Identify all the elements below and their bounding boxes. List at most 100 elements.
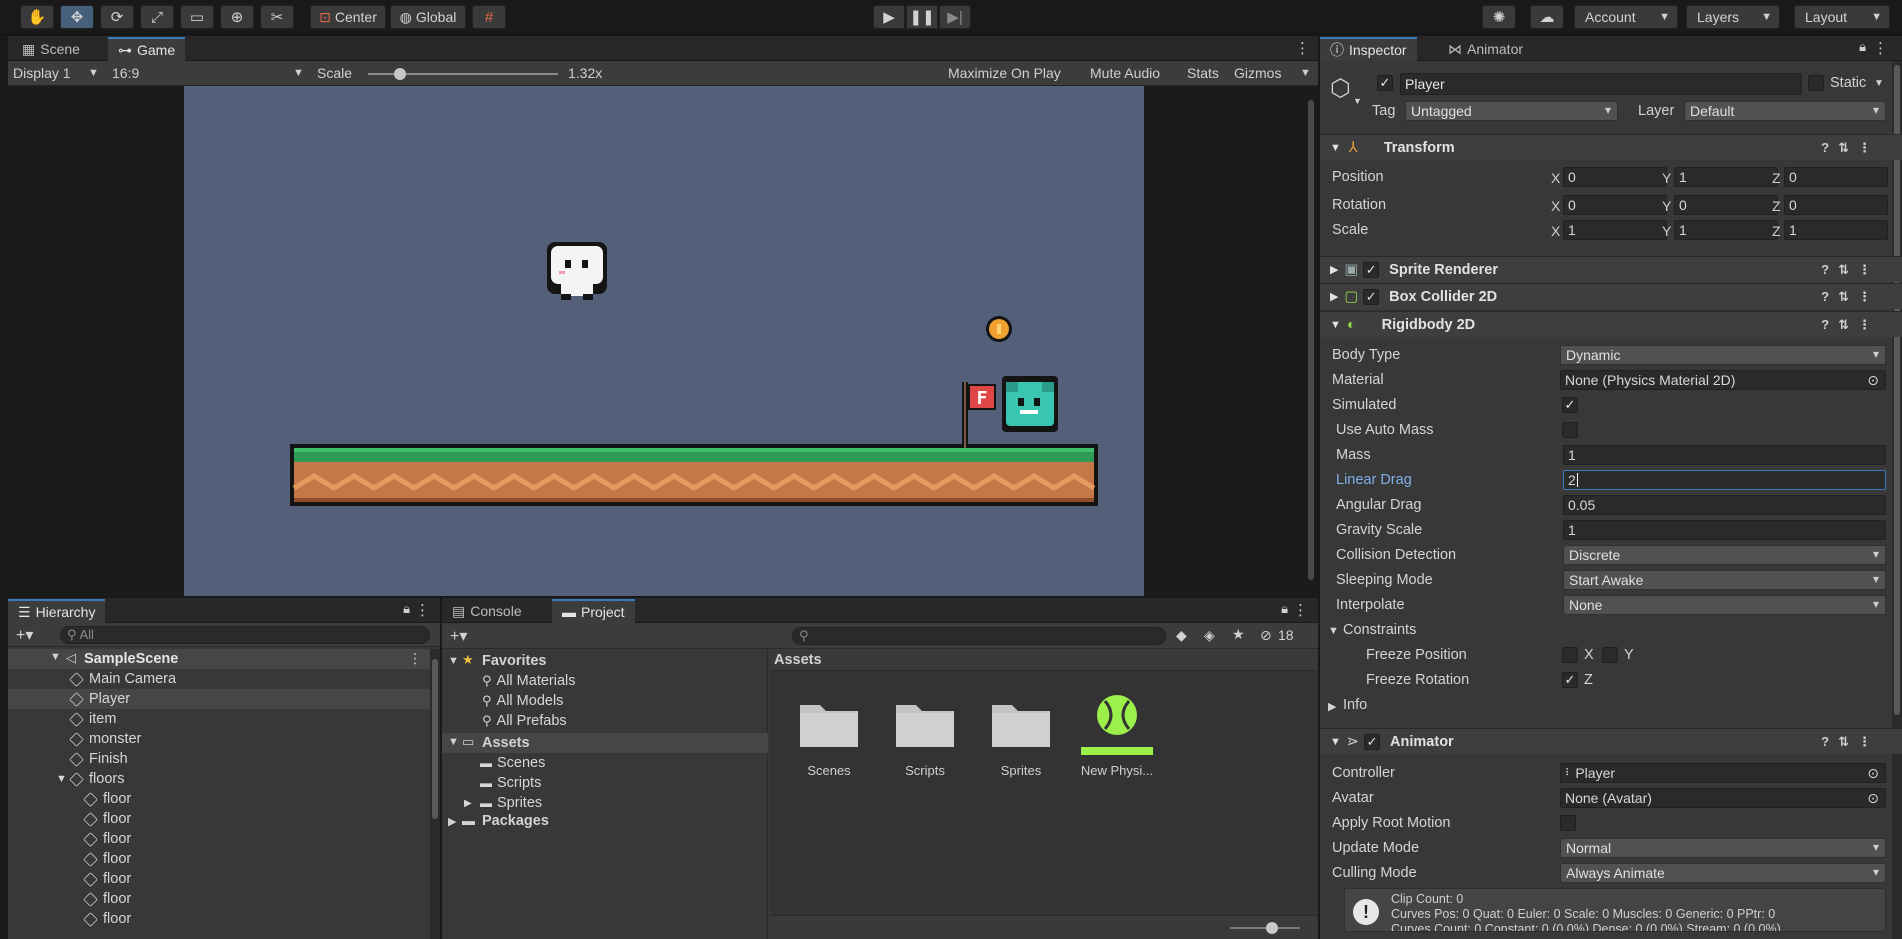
tab-inspector[interactable]: ⓘ Inspector xyxy=(1320,37,1417,61)
hierarchy-item[interactable]: floor xyxy=(8,849,430,869)
position-x-input[interactable]: 0 xyxy=(1563,167,1667,187)
animator-header[interactable]: ▼ ⋗ ✓ Animator ?⇅⋮ xyxy=(1320,728,1902,754)
tab-scene[interactable]: ▦ Scene xyxy=(12,37,90,61)
assets-tree-item[interactable]: ▬ Scripts xyxy=(442,773,768,793)
lock-icon[interactable]: 🔒︎ xyxy=(1281,601,1288,617)
rect-tool-icon[interactable]: ▭ xyxy=(180,5,214,29)
more-menu-icon[interactable]: ⋮ xyxy=(1295,39,1310,57)
asset-item[interactable]: Sprites xyxy=(976,689,1066,789)
body-type-dropdown[interactable]: Dynamic xyxy=(1560,345,1886,365)
asset-item[interactable]: Scenes xyxy=(784,689,874,789)
layers-dropdown[interactable]: Layers ▼ xyxy=(1686,5,1780,29)
assets-tree-item[interactable]: ▬ Scenes xyxy=(442,753,768,773)
tab-hierarchy[interactable]: ☰ Hierarchy xyxy=(8,599,106,623)
hierarchy-item[interactable]: Finish xyxy=(8,749,430,769)
hierarchy-item[interactable]: ▼ floors xyxy=(8,769,430,789)
interpolate-dropdown[interactable]: None xyxy=(1563,595,1886,615)
collision-detection-dropdown[interactable]: Discrete xyxy=(1563,545,1886,565)
hierarchy-item[interactable]: floor xyxy=(8,809,430,829)
hierarchy-scrollbar[interactable] xyxy=(430,649,440,939)
controller-object-field[interactable]: ⠇ Player ⊙ xyxy=(1560,763,1886,783)
asset-item[interactable]: Scripts xyxy=(880,689,970,789)
box-collider-header[interactable]: ▶ ▢ ✓ Box Collider 2D ?⇅⋮ xyxy=(1320,283,1902,309)
hierarchy-item[interactable]: monster xyxy=(8,729,430,749)
favorites-item[interactable]: ⚲ All Prefabs xyxy=(442,711,768,731)
chevron-down-icon[interactable]: ▼ xyxy=(1328,625,1339,637)
maximize-on-play-button[interactable]: Maximize On Play xyxy=(948,65,1061,81)
object-picker-icon[interactable]: ⊙ xyxy=(1867,790,1879,807)
scale-slider[interactable] xyxy=(368,68,558,80)
hierarchy-item[interactable]: item xyxy=(8,709,430,729)
hierarchy-item[interactable]: floor xyxy=(8,789,430,809)
custom-tool-icon[interactable]: ✂ xyxy=(260,5,294,29)
layout-dropdown[interactable]: Layout ▼ xyxy=(1794,5,1890,29)
chevron-right-icon[interactable]: ▶ xyxy=(464,798,472,809)
hierarchy-item[interactable]: floor xyxy=(8,869,430,889)
add-icon[interactable]: +▾ xyxy=(450,626,467,646)
space-global-button[interactable]: ◍ Global xyxy=(390,5,466,29)
display-dropdown[interactable]: Display 1 xyxy=(13,65,71,81)
services-icon[interactable]: ✺ xyxy=(1482,5,1516,29)
play-button[interactable]: ▶ xyxy=(873,5,905,29)
update-mode-dropdown[interactable]: Normal xyxy=(1560,838,1886,858)
game-view[interactable]: F xyxy=(184,86,1144,596)
position-z-input[interactable]: 0 xyxy=(1784,167,1888,187)
favorites-item[interactable]: ⚲ All Materials xyxy=(442,671,768,691)
apply-root-motion-checkbox[interactable] xyxy=(1560,815,1576,831)
freeze-position-x-checkbox[interactable] xyxy=(1562,647,1578,663)
object-picker-icon[interactable]: ⊙ xyxy=(1867,372,1879,389)
component-menu-icons[interactable]: ?⇅⋮ xyxy=(1821,289,1880,305)
layer-dropdown[interactable]: Default xyxy=(1684,101,1886,121)
tab-project[interactable]: ▬ Project xyxy=(552,599,635,623)
more-menu-icon[interactable]: ⋮ xyxy=(415,601,430,619)
scale-y-input[interactable]: 1 xyxy=(1674,220,1778,240)
chevron-down-icon[interactable]: ▼ xyxy=(56,773,67,785)
inspector-scrollbar[interactable] xyxy=(1892,61,1902,939)
tab-animator[interactable]: ⋈ Animator xyxy=(1438,37,1533,61)
move-tool-icon[interactable]: ✥ xyxy=(60,5,94,29)
transform-tool-icon[interactable]: ⊕ xyxy=(220,5,254,29)
object-name-input[interactable]: Player xyxy=(1400,73,1802,95)
cloud-icon[interactable]: ☁ xyxy=(1530,5,1564,29)
hierarchy-item[interactable]: Main Camera xyxy=(8,669,430,689)
object-picker-icon[interactable]: ⊙ xyxy=(1867,765,1879,782)
rotation-x-input[interactable]: 0 xyxy=(1563,195,1667,215)
position-y-input[interactable]: 1 xyxy=(1674,167,1778,187)
component-menu-icons[interactable]: ?⇅⋮ xyxy=(1821,262,1880,278)
lock-icon[interactable]: 🔒︎ xyxy=(403,601,410,617)
chevron-right-icon[interactable]: ▶ xyxy=(1328,700,1336,713)
inspector-scrollbar-thumb[interactable] xyxy=(1894,65,1900,715)
asset-item[interactable]: New Physi... xyxy=(1072,689,1162,789)
sprite-renderer-enabled-checkbox[interactable]: ✓ xyxy=(1363,261,1380,278)
rigidbody-header[interactable]: ▼ ◐ Rigidbody 2D ?⇅⋮ xyxy=(1320,311,1902,337)
freeze-position-y-checkbox[interactable] xyxy=(1602,647,1618,663)
pause-button[interactable]: ❚❚ xyxy=(906,5,938,29)
add-icon[interactable]: +▾ xyxy=(16,625,33,645)
avatar-object-field[interactable]: None (Avatar) ⊙ xyxy=(1560,788,1886,808)
stats-button[interactable]: Stats xyxy=(1187,65,1219,81)
game-view-scrollbar[interactable] xyxy=(1308,100,1314,580)
animator-enabled-checkbox[interactable]: ✓ xyxy=(1364,733,1381,750)
static-checkbox[interactable] xyxy=(1808,75,1824,91)
mass-input[interactable]: 1 xyxy=(1563,445,1886,465)
component-menu-icons[interactable]: ?⇅⋮ xyxy=(1821,140,1880,156)
component-menu-icons[interactable]: ?⇅⋮ xyxy=(1821,734,1880,750)
scale-x-input[interactable]: 1 xyxy=(1563,220,1667,240)
favorites-item[interactable]: ⚲ All Models xyxy=(442,691,768,711)
hierarchy-search-input[interactable]: ⚲ All xyxy=(60,626,430,644)
hierarchy-item[interactable]: Player xyxy=(8,689,430,709)
assets-tree-row[interactable]: ▼ ▭ Assets xyxy=(442,733,768,753)
scale-tool-icon[interactable]: ⤢ xyxy=(140,5,174,29)
material-object-field[interactable]: None (Physics Material 2D) ⊙ xyxy=(1560,370,1886,390)
scene-row[interactable]: ▼ ◁ SampleScene ⋮ xyxy=(8,649,430,669)
rotation-z-input[interactable]: 0 xyxy=(1784,195,1888,215)
hierarchy-scrollbar-thumb[interactable] xyxy=(432,659,438,819)
mute-audio-button[interactable]: Mute Audio xyxy=(1090,65,1160,81)
rotation-y-input[interactable]: 0 xyxy=(1674,195,1778,215)
hierarchy-item[interactable]: floor xyxy=(8,829,430,849)
tab-game[interactable]: ⊶ Game xyxy=(108,37,186,61)
lock-icon[interactable]: 🔒︎ xyxy=(1859,39,1866,55)
step-button[interactable]: ▶| xyxy=(939,5,971,29)
scale-slider-handle[interactable] xyxy=(394,68,407,80)
sprite-renderer-header[interactable]: ▶ ▣ ✓ Sprite Renderer ?⇅⋮ xyxy=(1320,256,1902,282)
